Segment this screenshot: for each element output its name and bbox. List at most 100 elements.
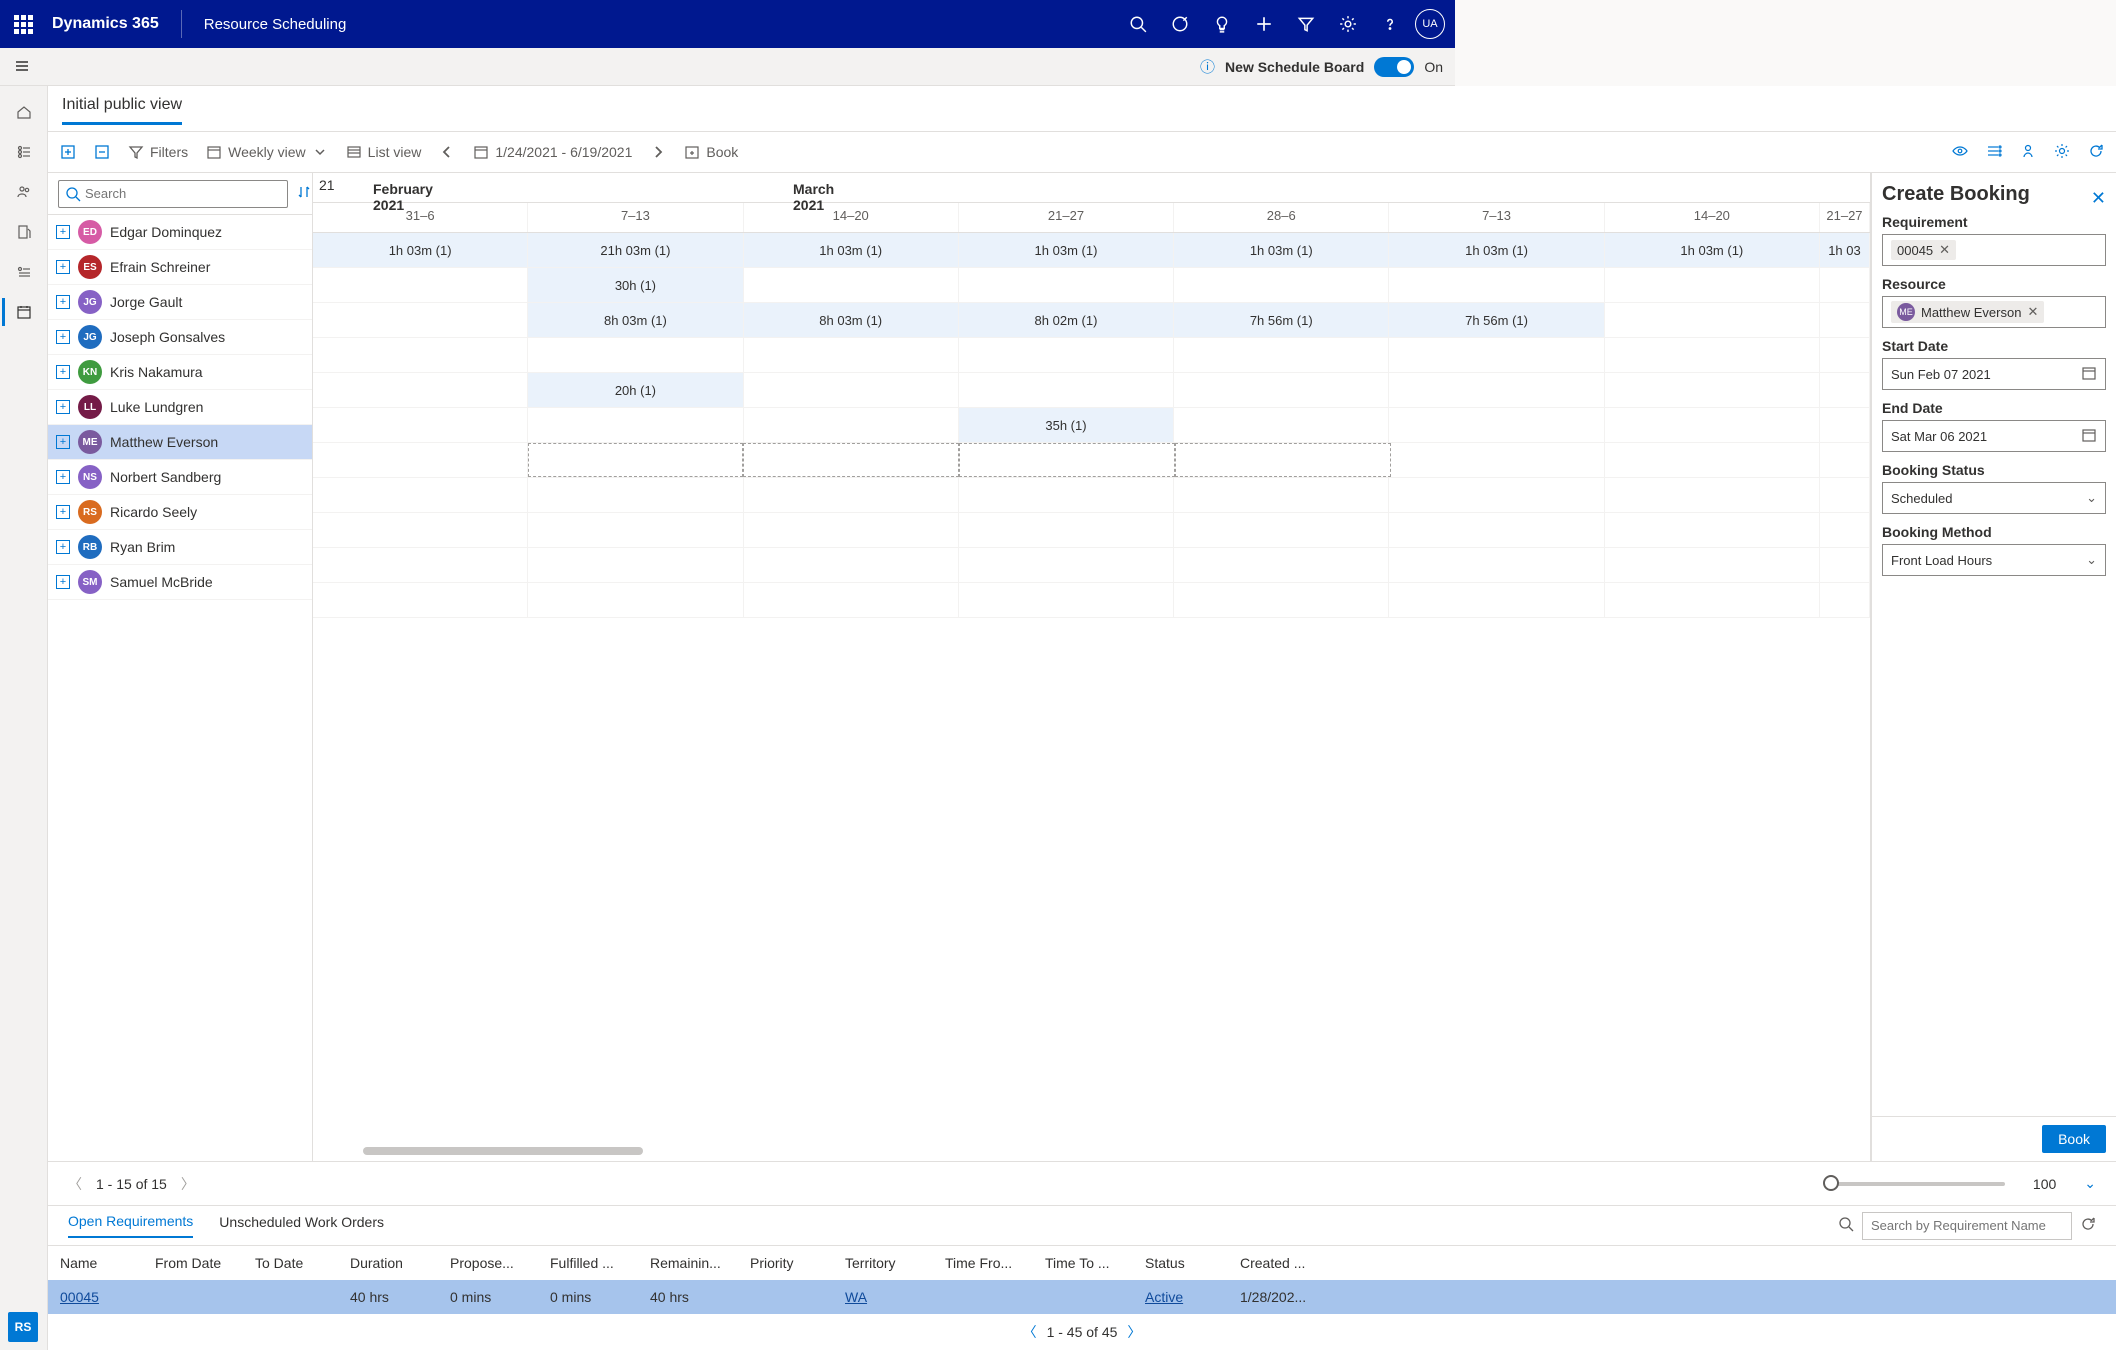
- tab-open-requirements[interactable]: Open Requirements: [68, 1213, 193, 1238]
- calendar-cell[interactable]: [313, 478, 528, 512]
- calendar-cell[interactable]: [744, 478, 959, 512]
- expand-icon[interactable]: +: [56, 295, 70, 309]
- filter-icon[interactable]: [1285, 0, 1327, 48]
- gear-icon[interactable]: [1327, 0, 1369, 48]
- table-header-cell[interactable]: Priority: [738, 1255, 833, 1271]
- calendar-cell[interactable]: [1391, 443, 1606, 477]
- list-settings-icon[interactable]: [1986, 143, 2002, 162]
- table-header-cell[interactable]: Time To ...: [1033, 1255, 1133, 1271]
- book-submit-button[interactable]: Book: [2042, 1125, 2106, 1153]
- search-icon[interactable]: [1117, 0, 1159, 48]
- resource-row[interactable]: +SMSamuel McBride: [48, 565, 312, 600]
- calendar-cell[interactable]: [1174, 548, 1389, 582]
- calendar-cell[interactable]: [1605, 478, 1820, 512]
- calendar-row[interactable]: 20h (1): [313, 373, 1870, 408]
- req-search-input[interactable]: [1862, 1212, 2072, 1240]
- calendar-cell[interactable]: [528, 408, 743, 442]
- calendar-cell[interactable]: [959, 548, 1174, 582]
- calendar-cell[interactable]: [1820, 443, 1870, 477]
- calendar-cell[interactable]: [1605, 548, 1820, 582]
- calendar-cell[interactable]: 7h 56m (1): [1174, 303, 1389, 337]
- target-icon[interactable]: [1159, 0, 1201, 48]
- pager-next-icon[interactable]: 〉: [181, 1174, 195, 1194]
- calendar-cell[interactable]: [744, 513, 959, 547]
- calendar-cell[interactable]: [959, 443, 1175, 477]
- calendar-cell[interactable]: [313, 303, 528, 337]
- calendar-row[interactable]: [313, 338, 1870, 373]
- calendar-row[interactable]: [313, 548, 1870, 583]
- table-header-cell[interactable]: From Date: [143, 1255, 243, 1271]
- calendar-cell[interactable]: [744, 548, 959, 582]
- lightbulb-icon[interactable]: [1201, 0, 1243, 48]
- calendar-cell[interactable]: [1820, 548, 1870, 582]
- expand-icon[interactable]: +: [56, 575, 70, 589]
- expand-icon[interactable]: +: [56, 260, 70, 274]
- status-select[interactable]: Scheduled⌄: [1882, 482, 2106, 514]
- nav-doc-icon[interactable]: [0, 212, 48, 252]
- collapse-all-button[interactable]: [94, 144, 110, 160]
- calendar-cell[interactable]: [528, 513, 743, 547]
- calendar-cell[interactable]: [313, 338, 528, 372]
- calendar-cell[interactable]: 1h 03m (1): [744, 233, 959, 267]
- help-icon[interactable]: [1369, 0, 1411, 48]
- next-range-button[interactable]: [650, 144, 666, 160]
- nav-list2-icon[interactable]: [0, 252, 48, 292]
- settings-gear-icon[interactable]: [2054, 143, 2070, 162]
- calendar-cell[interactable]: [528, 583, 743, 617]
- calendar-cell[interactable]: 1h 03m (1): [959, 233, 1174, 267]
- calendar-cell[interactable]: [959, 268, 1174, 302]
- calendar-cell[interactable]: 8h 03m (1): [528, 303, 743, 337]
- calendar-cell[interactable]: [528, 443, 744, 477]
- calendar-cell[interactable]: [1605, 443, 1820, 477]
- filters-button[interactable]: Filters: [128, 144, 188, 160]
- enddate-input[interactable]: Sat Mar 06 2021: [1882, 420, 2106, 452]
- calendar-cell[interactable]: [1389, 268, 1604, 302]
- list-view-button[interactable]: List view: [346, 144, 422, 160]
- calendar-cell[interactable]: [1820, 303, 1870, 337]
- calendar-cell[interactable]: 8h 02m (1): [959, 303, 1174, 337]
- calendar-row[interactable]: 8h 03m (1)8h 03m (1)8h 02m (1)7h 56m (1)…: [313, 303, 1870, 338]
- calendar-cell[interactable]: [313, 548, 528, 582]
- calendar-cell[interactable]: [1605, 303, 1820, 337]
- prev-range-button[interactable]: [439, 144, 455, 160]
- calendar-cell[interactable]: [1389, 513, 1604, 547]
- calendar-cell[interactable]: 1h 03m (1): [313, 233, 528, 267]
- calendar-cell[interactable]: [959, 583, 1174, 617]
- weekly-view-dropdown[interactable]: Weekly view: [206, 144, 328, 160]
- table-row[interactable]: 0004540 hrs0 mins0 mins40 hrsWAActive1/2…: [48, 1280, 2116, 1314]
- table-header-cell[interactable]: Fulfilled ...: [538, 1255, 638, 1271]
- resource-search-input[interactable]: [58, 180, 288, 208]
- table-cell[interactable]: Active: [1133, 1289, 1228, 1305]
- expand-icon[interactable]: +: [56, 505, 70, 519]
- resource-row[interactable]: +JGJorge Gault: [48, 285, 312, 320]
- calendar-cell[interactable]: [1820, 268, 1870, 302]
- calendar-cell[interactable]: [744, 583, 959, 617]
- calendar-cell[interactable]: [959, 373, 1174, 407]
- calendar-row[interactable]: 35h (1): [313, 408, 1870, 443]
- calendar-cell[interactable]: [1605, 513, 1820, 547]
- view-tab-active[interactable]: Initial public view: [62, 96, 182, 125]
- calendar-cell[interactable]: [1174, 373, 1389, 407]
- app-badge[interactable]: RS: [8, 1312, 38, 1342]
- calendar-cell[interactable]: 1h 03: [1820, 233, 1870, 267]
- calendar-cell[interactable]: [1174, 583, 1389, 617]
- sort-icon[interactable]: [296, 184, 312, 203]
- req-search-icon[interactable]: [1838, 1216, 1854, 1235]
- calendar-cell[interactable]: [313, 513, 528, 547]
- book-button[interactable]: Book: [684, 144, 738, 160]
- table-cell[interactable]: WA: [833, 1289, 933, 1305]
- nav-list1-icon[interactable]: [0, 132, 48, 172]
- calendar-cell[interactable]: [1820, 408, 1870, 442]
- calendar-row[interactable]: [313, 443, 1870, 478]
- calendar-cell[interactable]: [1174, 513, 1389, 547]
- zoom-slider[interactable]: [1825, 1182, 2005, 1186]
- hamburger-icon[interactable]: [14, 58, 30, 77]
- calendar-cell[interactable]: [743, 443, 959, 477]
- user-avatar[interactable]: UA: [1415, 9, 1445, 39]
- expand-icon[interactable]: +: [56, 330, 70, 344]
- refresh-icon[interactable]: [2088, 143, 2104, 162]
- calendar-cell[interactable]: [1389, 548, 1604, 582]
- calendar-row[interactable]: [313, 478, 1870, 513]
- calendar-cell[interactable]: [528, 478, 743, 512]
- expand-icon[interactable]: +: [56, 435, 70, 449]
